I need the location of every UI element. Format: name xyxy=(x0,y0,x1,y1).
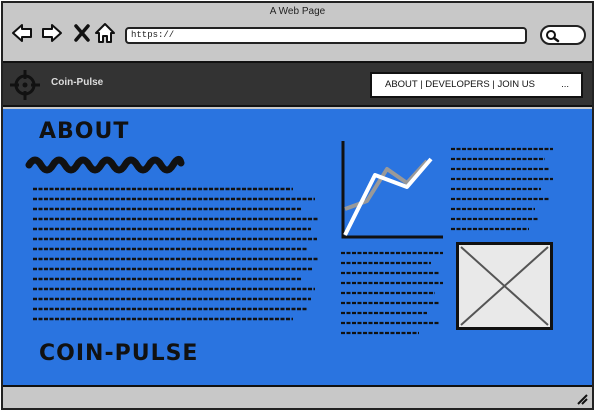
scribble-subtitle xyxy=(25,156,185,174)
browser-toolbar: https:// xyxy=(3,19,592,49)
nav-menu[interactable]: ABOUT | DEVELOPERS | JOIN US ... xyxy=(370,72,583,98)
line-chart-graphic xyxy=(341,141,443,239)
body-text-scribbles xyxy=(33,187,319,321)
forward-arrow-icon[interactable] xyxy=(41,22,63,44)
resize-grip-icon[interactable] xyxy=(576,393,588,405)
browser-window: A Web Page https:// Coin-Pulse ABOUT | D… xyxy=(1,1,594,410)
page-content: ABOUT COIN-PULSE xyxy=(3,109,592,387)
site-header: Coin-Pulse ABOUT | DEVELOPERS | JOIN US … xyxy=(3,61,592,107)
nav-menu-label[interactable]: ABOUT | DEVELOPERS | JOIN US xyxy=(385,79,535,90)
nav-more[interactable]: ... xyxy=(561,74,569,96)
about-heading: ABOUT xyxy=(39,119,130,144)
site-brand[interactable]: Coin-Pulse xyxy=(51,77,103,88)
address-bar[interactable]: https:// xyxy=(125,27,527,44)
side-text-scribbles-top xyxy=(451,147,553,231)
search-icon xyxy=(546,30,560,43)
close-x-icon[interactable] xyxy=(71,22,93,44)
search-field[interactable] xyxy=(540,25,586,45)
image-placeholder-icon xyxy=(460,246,549,326)
image-placeholder xyxy=(456,242,553,330)
coin-pulse-heading: COIN-PULSE xyxy=(39,341,199,366)
home-icon[interactable] xyxy=(94,22,116,44)
side-text-scribbles-bottom xyxy=(341,251,443,335)
crosshair-icon[interactable] xyxy=(9,69,41,101)
back-arrow-icon[interactable] xyxy=(11,22,33,44)
status-bar xyxy=(3,388,592,408)
